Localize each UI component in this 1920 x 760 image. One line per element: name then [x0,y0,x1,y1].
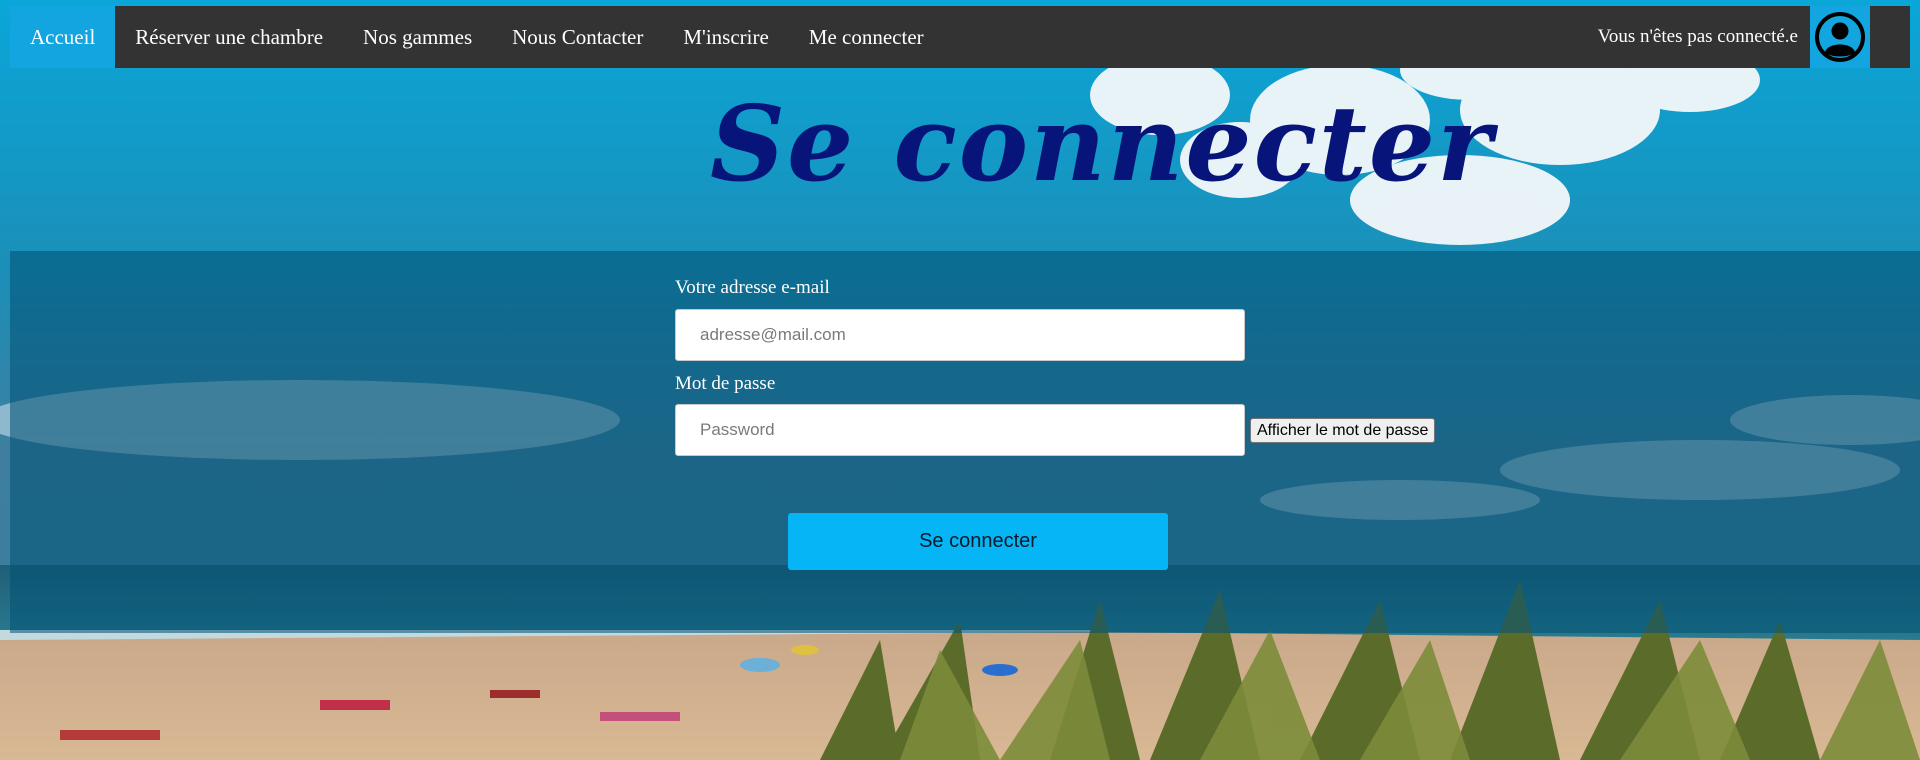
email-field[interactable] [675,309,1245,361]
login-submit-button[interactable]: Se connecter [788,513,1168,570]
password-label: Mot de passe [675,373,776,394]
top-navbar: Accueil Réserver une chambre Nos gammes … [10,6,1910,68]
password-field[interactable] [675,404,1245,456]
login-status-text: Vous n'êtes pas connecté.e [1597,26,1798,47]
nav-item-me-connecter[interactable]: Me connecter [789,6,944,68]
nav-item-accueil[interactable]: Accueil [10,6,116,68]
nav-item-reserver-chambre[interactable]: Réserver une chambre [115,6,343,68]
nav-item-nos-gammes[interactable]: Nos gammes [343,6,492,68]
nav-item-nous-contacter[interactable]: Nous Contacter [492,6,663,68]
nav-item-minscrire[interactable]: M'inscrire [663,6,788,68]
avatar[interactable] [1810,6,1870,68]
page-title: Se connecter [710,82,1494,205]
user-circle-icon [1815,12,1865,62]
email-label: Votre adresse e-mail [675,277,830,298]
show-password-button[interactable]: Afficher le mot de passe [1250,418,1436,443]
